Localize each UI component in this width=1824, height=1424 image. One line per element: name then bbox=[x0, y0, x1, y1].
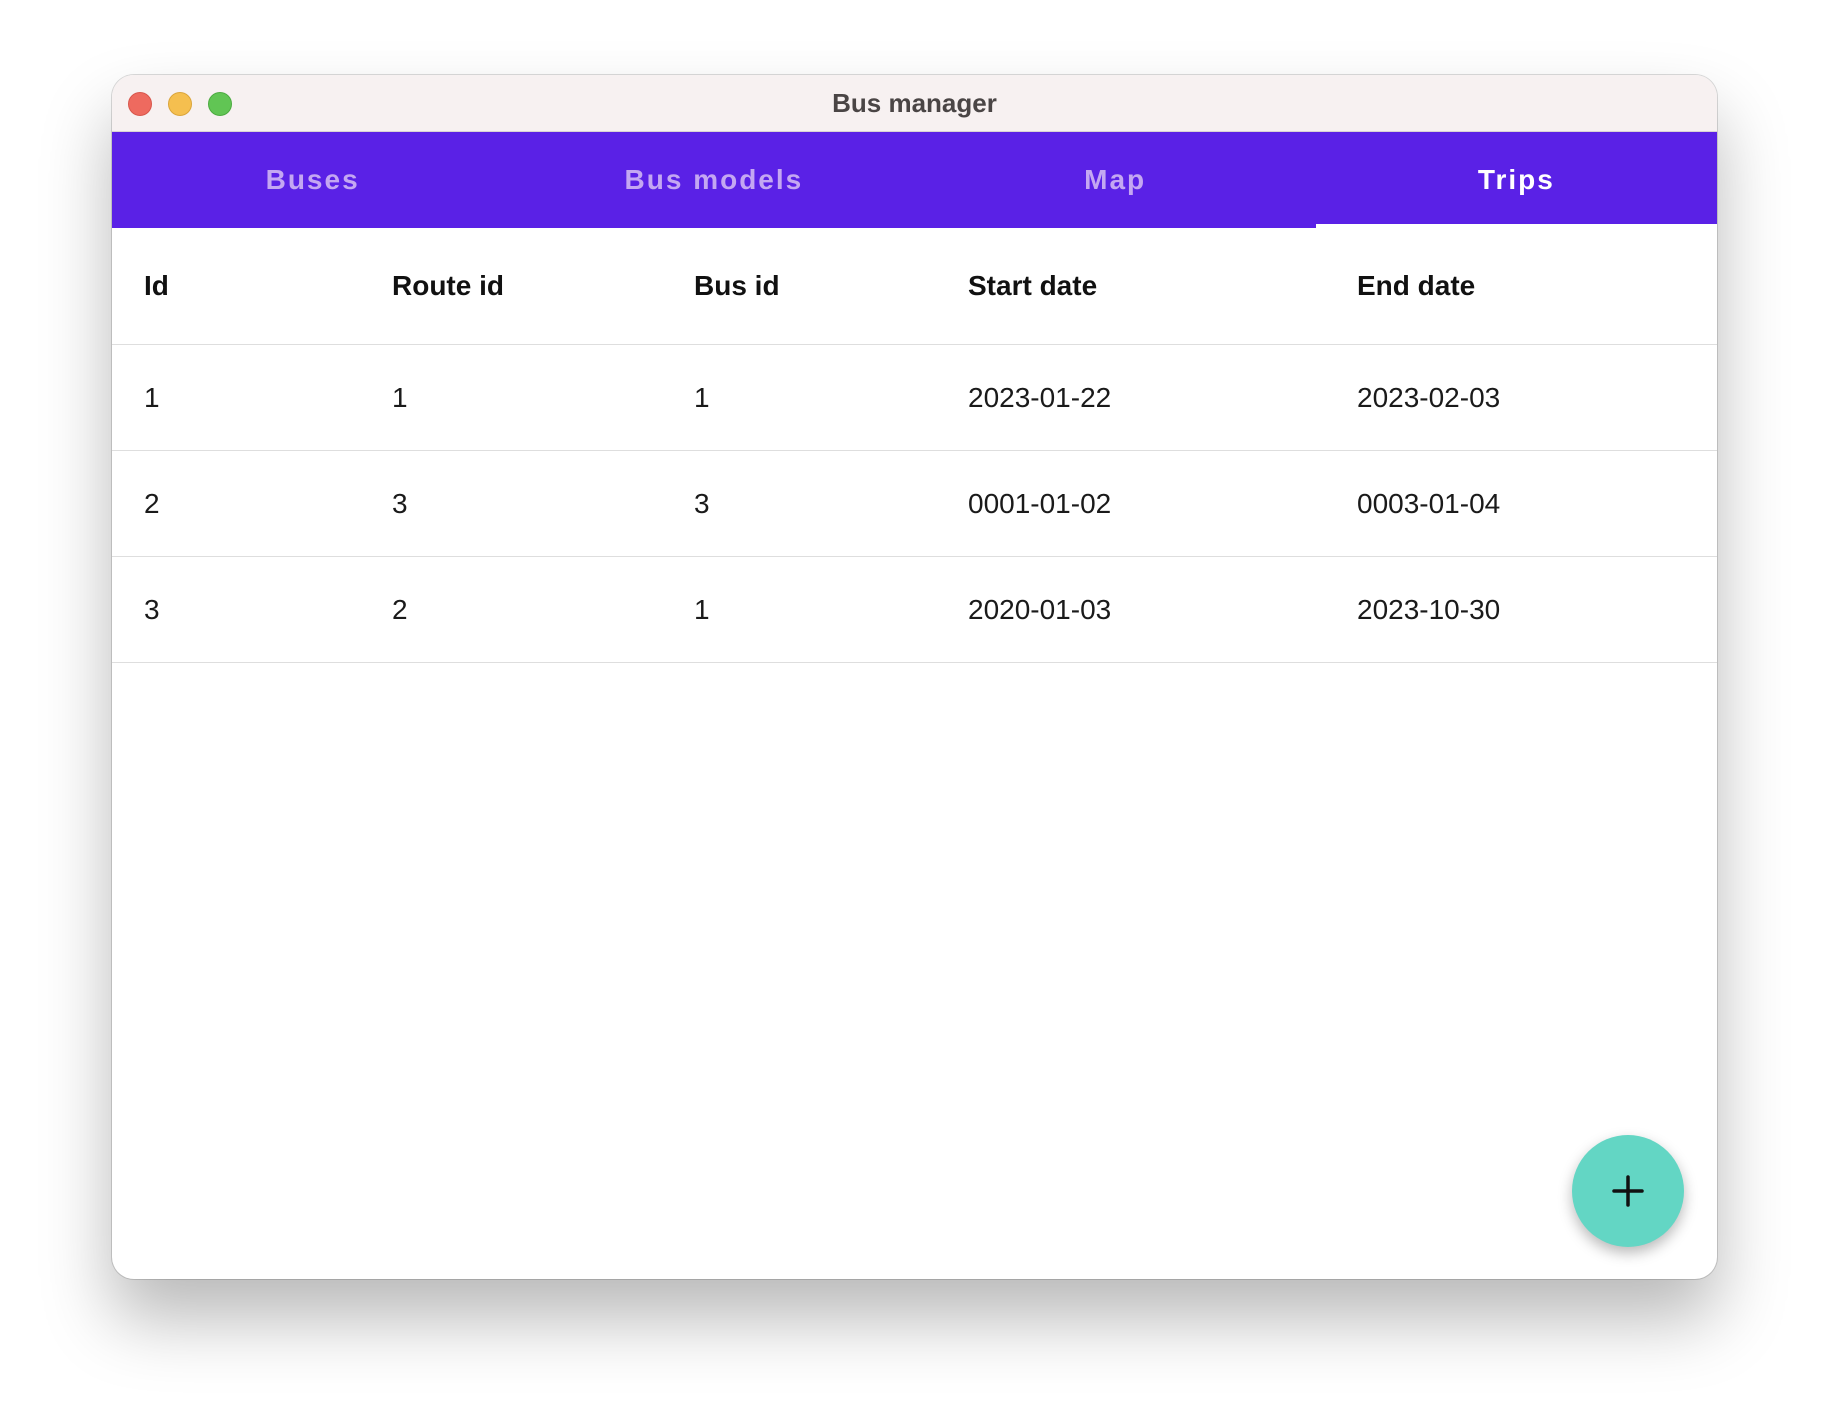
cell-start-date: 0001-01-02 bbox=[968, 487, 1112, 519]
cell-route-id: 3 bbox=[392, 487, 408, 519]
table-row[interactable]: 1 1 1 2023-01-22 2023-02-03 bbox=[112, 345, 1717, 451]
column-header-end-date: End date bbox=[1357, 270, 1476, 301]
window-title: Bus manager bbox=[832, 88, 997, 118]
tab-buses[interactable]: Buses bbox=[112, 132, 513, 228]
cell-id: 3 bbox=[144, 593, 160, 625]
cell-id: 2 bbox=[144, 487, 160, 519]
cell-end-date: 2023-10-30 bbox=[1357, 593, 1501, 625]
column-header-bus-id: Bus id bbox=[694, 270, 780, 301]
cell-start-date: 2023-01-22 bbox=[968, 381, 1112, 413]
cell-route-id: 2 bbox=[392, 593, 408, 625]
tab-map[interactable]: Map bbox=[915, 132, 1316, 228]
column-header-start-date: Start date bbox=[968, 270, 1098, 301]
tab-trips[interactable]: Trips bbox=[1315, 132, 1717, 228]
tab-bar: Buses Bus models Map Trips bbox=[112, 132, 1717, 228]
column-header-route-id: Route id bbox=[392, 270, 504, 301]
table-row[interactable]: 3 2 1 2020-01-03 2023-10-30 bbox=[112, 557, 1717, 663]
cell-id: 1 bbox=[144, 381, 160, 413]
cell-end-date: 2023-02-03 bbox=[1357, 381, 1501, 413]
table-row[interactable]: 2 3 3 0001-01-02 0003-01-04 bbox=[112, 451, 1717, 557]
column-header-id: Id bbox=[144, 270, 169, 301]
trips-table: Id Route id Bus id Start date End date 1… bbox=[112, 228, 1717, 663]
cell-route-id: 1 bbox=[392, 381, 408, 413]
cell-bus-id: 1 bbox=[694, 381, 710, 413]
table-header-row: Id Route id Bus id Start date End date bbox=[112, 228, 1717, 345]
cell-bus-id: 3 bbox=[694, 487, 710, 519]
cell-bus-id: 1 bbox=[694, 593, 710, 625]
plus-icon bbox=[1612, 1175, 1644, 1207]
cell-start-date: 2020-01-03 bbox=[968, 593, 1112, 625]
cell-end-date: 0003-01-04 bbox=[1357, 487, 1501, 519]
title-bar: Bus manager bbox=[112, 75, 1717, 132]
app-window: Bus manager Buses Bus models Map Trips I… bbox=[112, 75, 1717, 1279]
tab-bus-models[interactable]: Bus models bbox=[513, 132, 914, 228]
add-trip-button[interactable] bbox=[1572, 1135, 1684, 1247]
